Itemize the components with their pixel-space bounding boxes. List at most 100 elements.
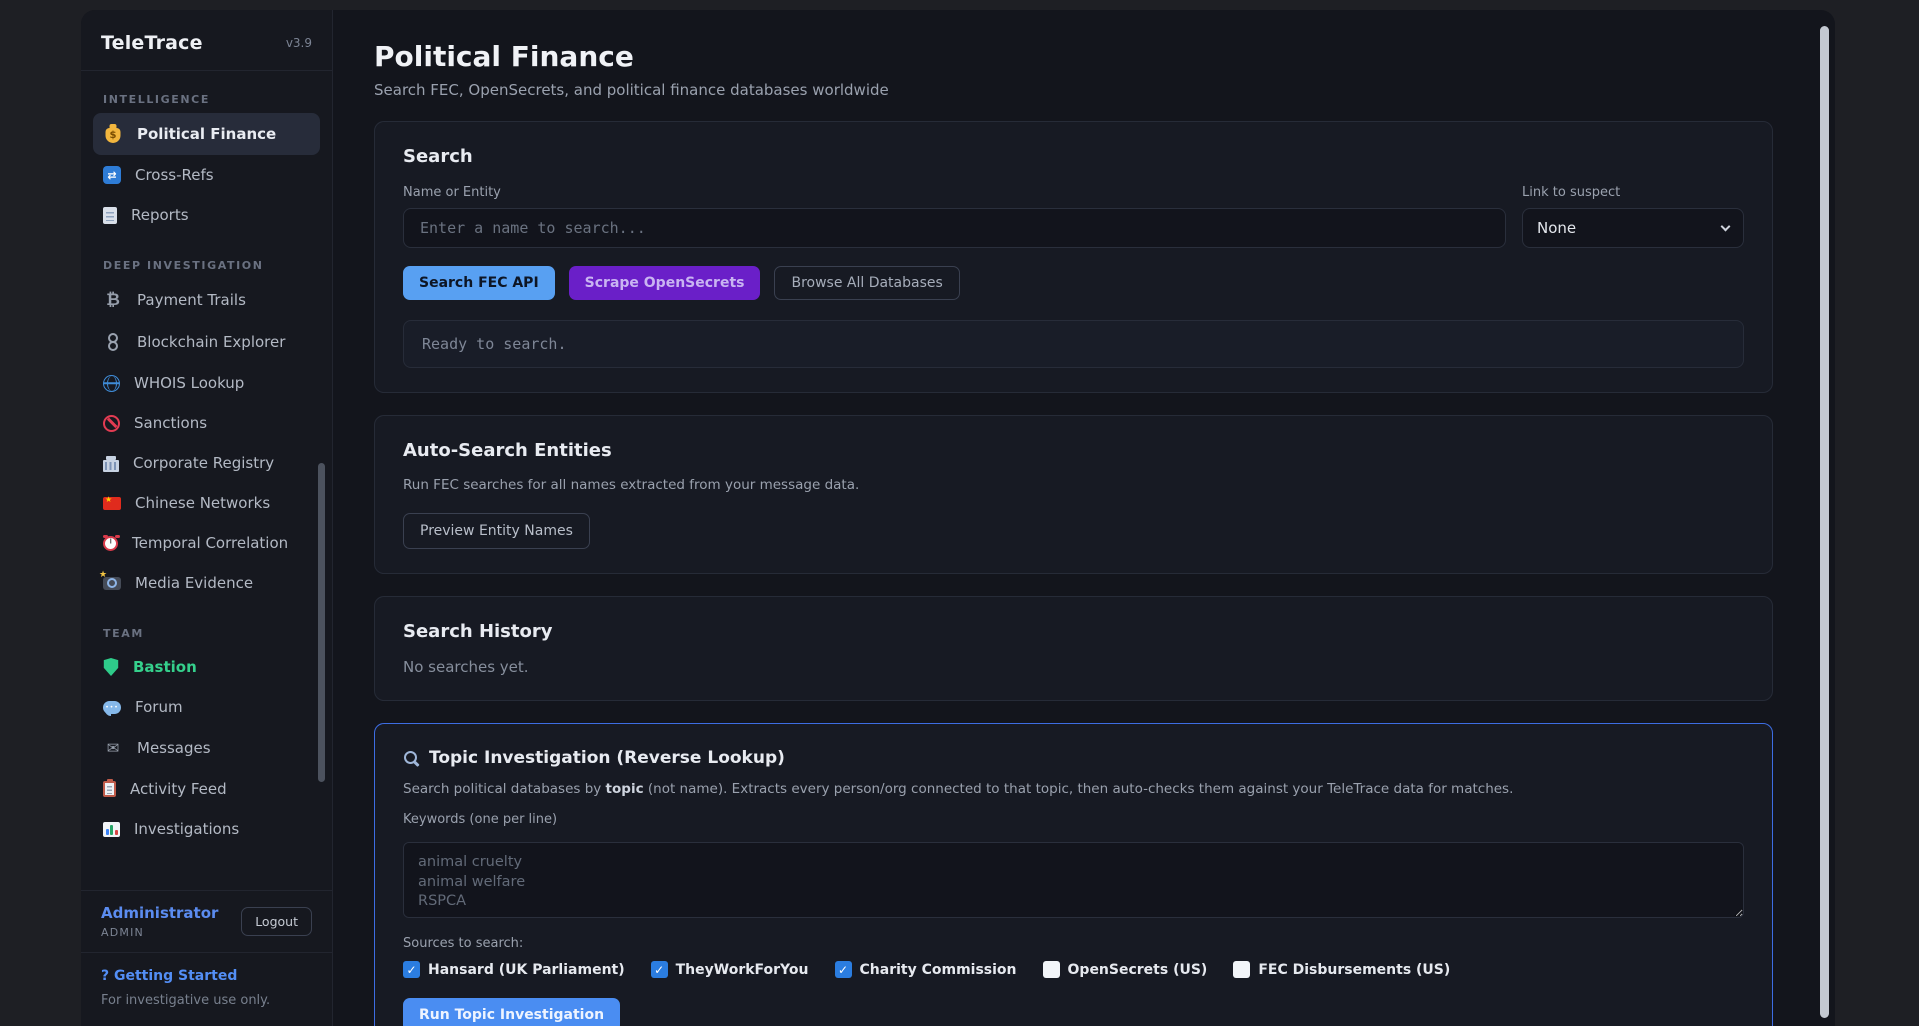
search-history-card: Search History No searches yet.	[374, 596, 1773, 701]
name-entity-label: Name or Entity	[403, 185, 1506, 200]
user-role-badge: ADMIN	[101, 926, 218, 939]
sidebar-item-corporate-registry[interactable]: Corporate Registry	[93, 443, 320, 483]
app-version: v3.9	[286, 36, 312, 50]
search-card-title: Search	[403, 146, 1744, 167]
sidebar-item-label: Chinese Networks	[135, 494, 270, 512]
bitcoin-icon	[103, 290, 123, 310]
chevron-down-icon	[1721, 221, 1731, 231]
sidebar-item-label: Forum	[135, 698, 183, 716]
sidebar-item-temporal-correlation[interactable]: Temporal Correlation	[93, 523, 320, 563]
app-title: TeleTrace	[101, 32, 203, 54]
source-option-hansard[interactable]: Hansard (UK Parliament)	[403, 961, 625, 978]
checkbox[interactable]	[835, 961, 852, 978]
scrape-opensecrets-button[interactable]: Scrape OpenSecrets	[569, 266, 761, 300]
source-label: FEC Disbursements (US)	[1258, 962, 1450, 978]
select-value: None	[1537, 219, 1576, 237]
china-flag-icon	[103, 497, 121, 510]
sidebar-footer: ? Getting Started For investigative use …	[81, 952, 332, 1026]
clipboard-icon	[103, 781, 116, 797]
user-panel: Administrator ADMIN Logout	[81, 890, 332, 952]
checkbox[interactable]	[651, 961, 668, 978]
source-option-fec-disbursements[interactable]: FEC Disbursements (US)	[1233, 961, 1450, 978]
checkbox[interactable]	[1233, 961, 1250, 978]
sidebar-item-media-evidence[interactable]: Media Evidence	[93, 563, 320, 603]
source-label: Hansard (UK Parliament)	[428, 962, 625, 978]
source-option-opensecrets[interactable]: OpenSecrets (US)	[1043, 961, 1208, 978]
source-option-theyworkforyou[interactable]: TheyWorkForYou	[651, 961, 809, 978]
sidebar-item-messages[interactable]: Messages	[93, 727, 320, 769]
sidebar-item-cross-refs[interactable]: Cross-Refs	[93, 155, 320, 195]
section-label: TEAM	[93, 617, 320, 647]
sidebar-scrollbar[interactable]	[318, 463, 325, 782]
keywords-textarea[interactable]	[403, 842, 1744, 918]
sidebar-item-label: Political Finance	[137, 125, 276, 143]
sidebar-item-sanctions[interactable]: Sanctions	[93, 403, 320, 443]
search-icon	[403, 750, 420, 767]
sources-label: Sources to search:	[403, 936, 1744, 951]
sidebar-item-label: Temporal Correlation	[132, 534, 288, 552]
chain-links-icon	[103, 332, 123, 352]
camera-flash-icon	[103, 577, 121, 590]
sidebar-item-forum[interactable]: Forum	[93, 687, 320, 727]
getting-started-link[interactable]: ? Getting Started	[101, 968, 312, 984]
desktop-background: TeleTrace v3.9 INTELLIGENCE Political Fi…	[0, 0, 1919, 1026]
sidebar-item-political-finance[interactable]: Political Finance	[93, 113, 320, 155]
sidebar-item-bastion[interactable]: Bastion	[93, 647, 320, 687]
building-icon	[103, 460, 119, 472]
sidebar-item-chinese-networks[interactable]: Chinese Networks	[93, 483, 320, 523]
money-bag-icon	[103, 124, 123, 144]
search-card: Search Name or Entity Link to suspect No…	[374, 121, 1773, 393]
sidebar-item-blockchain-explorer[interactable]: Blockchain Explorer	[93, 321, 320, 363]
auto-search-description: Run FEC searches for all names extracted…	[403, 477, 1744, 493]
link-to-suspect-select[interactable]: None	[1522, 208, 1744, 248]
source-label: OpenSecrets (US)	[1068, 962, 1208, 978]
search-fec-api-button[interactable]: Search FEC API	[403, 266, 555, 300]
shield-icon	[103, 658, 119, 676]
bar-chart-icon	[103, 822, 120, 837]
main-scrollbar[interactable]	[1820, 26, 1829, 1018]
sidebar-item-label: Bastion	[133, 658, 197, 676]
speech-bubble-icon	[103, 701, 121, 714]
sidebar-item-label: Cross-Refs	[135, 166, 214, 184]
topic-investigation-description: Search political databases by topic (not…	[403, 781, 1744, 797]
checkbox[interactable]	[1043, 961, 1060, 978]
envelope-icon	[103, 738, 123, 758]
auto-search-title: Auto-Search Entities	[403, 440, 1744, 461]
sidebar-item-payment-trails[interactable]: Payment Trails	[93, 279, 320, 321]
sidebar-item-label: Corporate Registry	[133, 454, 274, 472]
logout-button[interactable]: Logout	[241, 907, 312, 936]
sidebar-item-activity-feed[interactable]: Activity Feed	[93, 769, 320, 809]
source-label: TheyWorkForYou	[676, 962, 809, 978]
alarm-clock-icon	[103, 536, 118, 551]
prohibited-icon	[103, 415, 120, 432]
sidebar-item-label: Media Evidence	[135, 574, 253, 592]
preview-entity-names-button[interactable]: Preview Entity Names	[403, 513, 590, 549]
search-status-box: Ready to search.	[403, 320, 1744, 368]
sidebar-item-label: Messages	[137, 739, 211, 757]
name-search-input[interactable]	[403, 208, 1506, 248]
sidebar-item-label: Blockchain Explorer	[137, 333, 285, 351]
sidebar-item-reports[interactable]: Reports	[93, 195, 320, 235]
topic-investigation-card: Topic Investigation (Reverse Lookup) Sea…	[374, 723, 1773, 1026]
app-window: TeleTrace v3.9 INTELLIGENCE Political Fi…	[81, 10, 1835, 1026]
run-topic-investigation-button[interactable]: Run Topic Investigation	[403, 998, 620, 1026]
sidebar-item-label: Payment Trails	[137, 291, 246, 309]
sources-row: Hansard (UK Parliament) TheyWorkForYou C…	[403, 961, 1744, 978]
document-icon	[103, 207, 117, 224]
section-label: INTELLIGENCE	[93, 83, 320, 113]
sidebar: TeleTrace v3.9 INTELLIGENCE Political Fi…	[81, 10, 333, 1026]
link-to-suspect-label: Link to suspect	[1522, 185, 1744, 200]
sidebar-nav: INTELLIGENCE Political Finance Cross-Ref…	[81, 71, 332, 890]
auto-search-card: Auto-Search Entities Run FEC searches fo…	[374, 415, 1773, 574]
user-name: Administrator	[101, 904, 218, 922]
sidebar-item-whois-lookup[interactable]: WHOIS Lookup	[93, 363, 320, 403]
browse-all-databases-button[interactable]: Browse All Databases	[774, 266, 959, 300]
page-subtitle: Search FEC, OpenSecrets, and political f…	[374, 81, 1773, 99]
source-option-charity-commission[interactable]: Charity Commission	[835, 961, 1017, 978]
sidebar-item-label: Sanctions	[134, 414, 207, 432]
search-history-title: Search History	[403, 621, 1744, 642]
sidebar-item-label: Activity Feed	[130, 780, 227, 798]
checkbox[interactable]	[403, 961, 420, 978]
sidebar-item-investigations[interactable]: Investigations	[93, 809, 320, 849]
sidebar-section-intelligence: INTELLIGENCE Political Finance Cross-Ref…	[93, 83, 320, 235]
